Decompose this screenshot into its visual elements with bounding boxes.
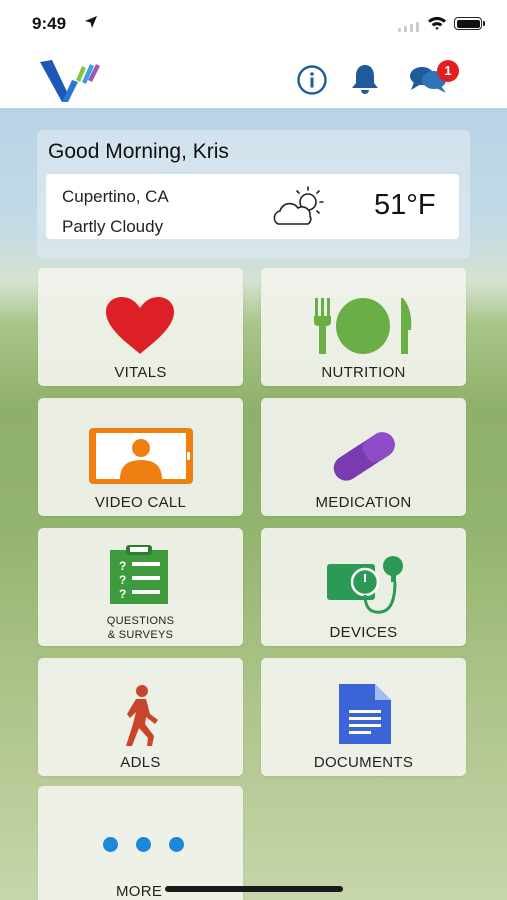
- weather-condition: Partly Cloudy: [62, 217, 164, 236]
- info-icon[interactable]: [296, 64, 328, 96]
- tile-devices[interactable]: DEVICES: [261, 528, 466, 646]
- tile-vitals[interactable]: VITALS: [38, 268, 243, 386]
- more-dots-icon: [94, 837, 193, 857]
- tile-label: MEDICATION: [315, 494, 412, 511]
- weather-temperature: 51°F: [374, 189, 436, 221]
- tile-label: VITALS: [114, 364, 167, 381]
- tile-label: NUTRITION: [321, 364, 406, 381]
- greeting-card: Good Morning, Kris Cupertino, CA Partly …: [37, 130, 470, 258]
- tile-label-questions: QUESTIONS & SURVEYS: [106, 615, 175, 641]
- notification-badge: 1: [437, 60, 459, 82]
- tile-label: VIDEO CALL: [94, 494, 187, 511]
- status-time: 9:49: [32, 14, 67, 33]
- tile-video-call[interactable]: VIDEO CALL: [38, 398, 243, 516]
- wifi-icon: [428, 16, 446, 30]
- battery-icon: [454, 17, 482, 30]
- greeting-text: Good Morning, Kris: [48, 140, 229, 163]
- svg-text:?: ?: [119, 587, 126, 601]
- weather-widget: Cupertino, CA Partly Cloudy 51°F: [46, 174, 459, 239]
- tile-documents[interactable]: DOCUMENTS: [261, 658, 466, 776]
- bell-icon[interactable]: [348, 62, 382, 96]
- plate-fork-knife-icon: [314, 298, 412, 354]
- svg-text:?: ?: [119, 573, 126, 587]
- svg-text:?: ?: [119, 559, 126, 573]
- tile-more[interactable]: MORE: [38, 786, 243, 900]
- home-indicator[interactable]: [165, 886, 343, 892]
- tile-label: DEVICES: [329, 624, 398, 641]
- weather-location: Cupertino, CA: [62, 187, 169, 206]
- blood-pressure-device-icon: [327, 556, 403, 614]
- document-icon: [339, 684, 391, 744]
- tile-medication[interactable]: MEDICATION: [261, 398, 466, 516]
- signal-icon: [398, 22, 419, 32]
- tile-adls[interactable]: ADLS: [38, 658, 243, 776]
- tile-label: DOCUMENTS: [313, 754, 414, 771]
- video-call-icon: [89, 428, 193, 484]
- pill-icon: [333, 432, 395, 481]
- tile-questions-surveys[interactable]: ??? QUESTIONS & SURVEYS: [38, 528, 243, 646]
- status-bar: 9:49: [0, 0, 507, 50]
- tile-nutrition[interactable]: NUTRITION: [261, 268, 466, 386]
- clipboard-questions-icon: ???: [110, 545, 168, 604]
- app-logo: [40, 60, 100, 102]
- walking-person-icon: [126, 685, 158, 746]
- heart-icon: [106, 297, 174, 354]
- tile-label: MORE: [116, 883, 163, 900]
- tile-label: ADLS: [120, 754, 161, 771]
- location-arrow-icon: [85, 16, 97, 28]
- partly-cloudy-icon: [273, 186, 324, 225]
